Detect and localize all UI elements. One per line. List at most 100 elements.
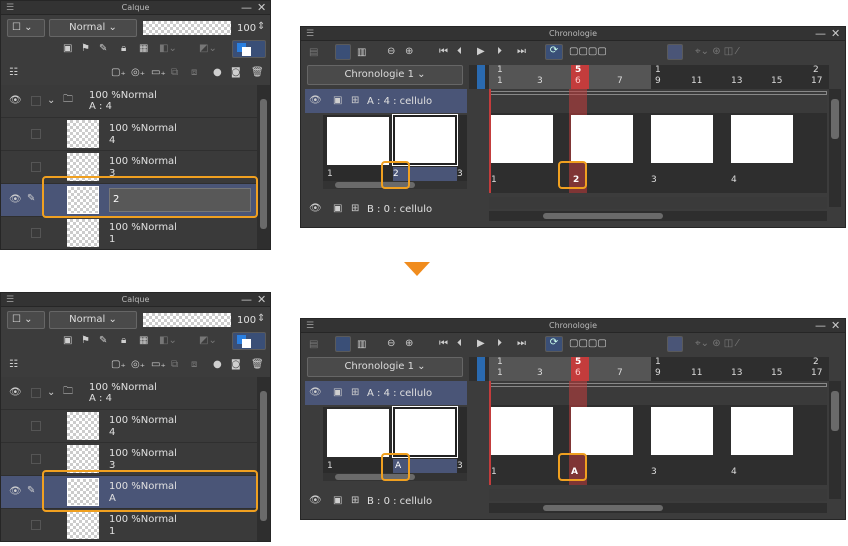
eye-icon[interactable]: 👁︎: [9, 486, 22, 498]
eye-icon[interactable]: 👁︎: [9, 387, 22, 399]
trash-icon[interactable]: 🗑︎: [251, 359, 264, 371]
lock-icon[interactable]: 🔒︎: [121, 43, 126, 55]
cel-thumbnail[interactable]: [327, 409, 389, 457]
ruler-icon[interactable]: ◩⌄: [199, 335, 217, 347]
layer-color-select[interactable]: ☐ ⌄: [7, 19, 45, 37]
track-cel[interactable]: [491, 407, 553, 455]
eye-icon[interactable]: 👁︎: [309, 203, 322, 215]
last-frame-icon[interactable]: ⏭: [517, 46, 526, 58]
timeline-scrollbar[interactable]: [829, 381, 841, 499]
lock-transparency-icon[interactable]: ▦: [139, 43, 148, 55]
cel-thumbnail[interactable]: [327, 117, 389, 165]
track-cel[interactable]: [571, 407, 633, 455]
sync-icon[interactable]: [335, 44, 351, 60]
loop-icon[interactable]: ⟳: [545, 336, 563, 352]
menu-icon[interactable]: ☰: [6, 293, 14, 307]
close-icon[interactable]: ✕: [831, 27, 840, 41]
onion-skin-icon[interactable]: [667, 336, 683, 352]
menu-icon[interactable]: ☰: [306, 319, 314, 333]
sync-icon[interactable]: [335, 336, 351, 352]
track-a-header[interactable]: 👁︎ ▣ ⊞ A : 4 : cellulo: [305, 381, 467, 405]
expand-icon[interactable]: ⊞: [351, 203, 359, 215]
cel-thumbnail-selected[interactable]: [392, 114, 458, 166]
timeline-scrollbar[interactable]: [829, 89, 841, 207]
new-timeline-icon[interactable]: ▤: [309, 47, 318, 59]
h-scrollbar[interactable]: [489, 211, 827, 221]
track-b-header[interactable]: 👁︎ ▣ ⊞ B : 0 : cellulo: [305, 489, 467, 513]
new-vector-icon[interactable]: ◎₊: [131, 359, 145, 371]
trash-icon[interactable]: 🗑︎: [251, 67, 264, 79]
layer-row[interactable]: 100 %Normal 4: [1, 410, 257, 443]
mask-apply-icon[interactable]: ◙: [231, 67, 241, 79]
track-cel[interactable]: [571, 115, 633, 163]
eye-icon[interactable]: 👁︎: [309, 495, 322, 507]
close-icon[interactable]: ✕: [257, 293, 266, 307]
mask-add-icon[interactable]: ●: [213, 359, 222, 371]
first-frame-icon[interactable]: ⏮: [439, 338, 448, 350]
layer-color-select[interactable]: ☐ ⌄: [7, 311, 45, 329]
track-a-header[interactable]: 👁︎ ▣ ⊞ A : 4 : cellulo: [305, 89, 467, 113]
checkbox[interactable]: [31, 388, 41, 398]
timeline-select[interactable]: Chronologie 1 ⌄: [307, 357, 463, 377]
reference-icon[interactable]: ⚑: [81, 43, 90, 55]
h-scrollbar[interactable]: [489, 503, 827, 513]
play-icon[interactable]: ▶: [477, 46, 485, 58]
opacity-value[interactable]: 100: [237, 315, 256, 326]
zoom-out-icon[interactable]: ⊖: [387, 46, 395, 58]
zoom-in-icon[interactable]: ⊕: [405, 46, 413, 58]
draft-icon[interactable]: ✎: [99, 335, 107, 347]
new-vector-icon[interactable]: ◎₊: [131, 67, 145, 79]
chevron-down-icon[interactable]: ⌄: [47, 387, 55, 399]
cel-add-icon[interactable]: ▢▢▢▢: [569, 338, 607, 350]
folder-row[interactable]: 👁︎ ⌄ 🗀 100 %Normal A : 4: [1, 377, 257, 410]
first-frame-icon[interactable]: ⏮: [439, 46, 448, 58]
layer-scrollbar[interactable]: [257, 377, 270, 541]
menu-icon[interactable]: ☰: [306, 27, 314, 41]
next-frame-icon[interactable]: ⏵: [497, 46, 502, 58]
add-frame-icon[interactable]: ▥: [357, 339, 366, 351]
minimize-icon[interactable]: —: [241, 293, 252, 307]
checkbox[interactable]: [31, 129, 41, 139]
track-b-area[interactable]: [489, 197, 827, 209]
track-cel[interactable]: [731, 115, 793, 163]
combine-icon[interactable]: ⧈: [191, 67, 197, 79]
new-timeline-icon[interactable]: ▤: [309, 339, 318, 351]
new-raster-icon[interactable]: ▢₊: [111, 359, 126, 371]
new-folder-icon[interactable]: ▭₊: [151, 359, 166, 371]
ruler-icon[interactable]: ◩⌄: [199, 43, 217, 55]
transfer-icon[interactable]: ⧉: [171, 67, 178, 79]
stepper-icon[interactable]: ⇕: [257, 313, 265, 325]
prev-frame-icon[interactable]: ⏴: [457, 46, 462, 58]
track-cel[interactable]: [491, 115, 553, 163]
add-frame-icon[interactable]: ▥: [357, 47, 366, 59]
eye-icon[interactable]: 👁︎: [9, 194, 22, 206]
clip-icon[interactable]: ▣: [63, 335, 72, 347]
next-frame-icon[interactable]: ⏵: [497, 338, 502, 350]
stepper-icon[interactable]: ⇕: [257, 21, 265, 33]
minimize-icon[interactable]: —: [241, 1, 252, 15]
draft-icon[interactable]: ✎: [99, 43, 107, 55]
track-cel[interactable]: [731, 407, 793, 455]
mask-add-icon[interactable]: ●: [213, 67, 222, 79]
checkbox[interactable]: [31, 421, 41, 431]
opacity-slider[interactable]: [143, 21, 231, 35]
layer-scrollbar[interactable]: [257, 85, 270, 249]
expand-icon[interactable]: ⊞: [351, 95, 359, 107]
track-cel[interactable]: [651, 407, 713, 455]
camera-icon[interactable]: ⌖⌄ ⊛ ◫ ⁄: [695, 46, 738, 58]
layer-row[interactable]: 100 %Normal 1: [1, 217, 257, 249]
checkbox[interactable]: [31, 520, 41, 530]
mask-apply-icon[interactable]: ◙: [231, 359, 241, 371]
chevron-down-icon[interactable]: ⌄: [47, 95, 55, 107]
transfer-icon[interactable]: ⧉: [171, 359, 178, 371]
onion-skin-icon[interactable]: [667, 44, 683, 60]
eye-icon[interactable]: 👁︎: [309, 95, 322, 107]
opacity-value[interactable]: 100: [237, 23, 256, 34]
folder-row[interactable]: 👁︎ ⌄ 🗀 100 %Normal A : 4: [1, 85, 257, 118]
camera-icon[interactable]: ⌖⌄ ⊛ ◫ ⁄: [695, 338, 738, 350]
checkbox[interactable]: [31, 162, 41, 172]
cel-thumbnail-selected[interactable]: [392, 406, 458, 458]
eye-icon[interactable]: 👁︎: [309, 387, 322, 399]
lock-icon[interactable]: 🔒︎: [121, 335, 126, 347]
loop-icon[interactable]: ⟳: [545, 44, 563, 60]
